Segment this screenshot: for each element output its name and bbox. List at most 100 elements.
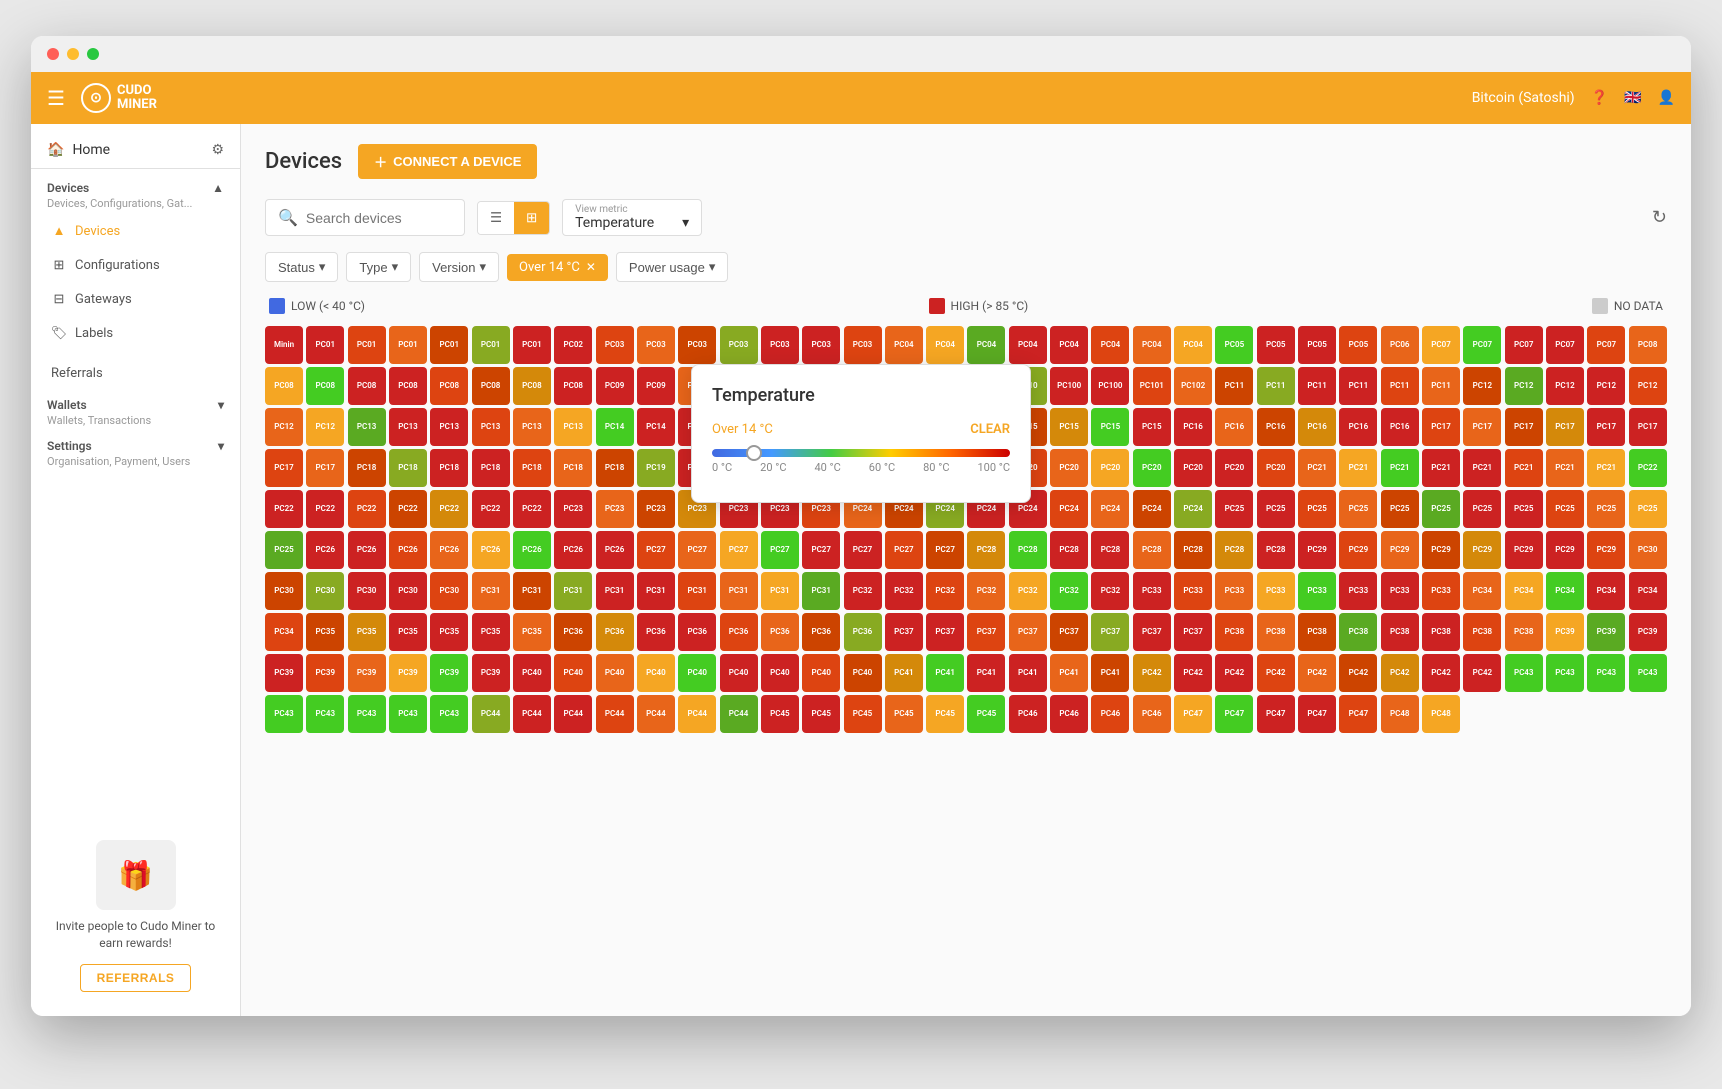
type-filter[interactable]: Type ▾	[346, 252, 411, 282]
device-tile[interactable]: PC43	[1629, 654, 1667, 692]
device-tile[interactable]: PC26	[430, 531, 468, 569]
device-tile[interactable]: PC04	[1133, 326, 1171, 364]
sidebar-item-devices[interactable]: ▲ Devices	[35, 215, 236, 247]
device-tile[interactable]: PC25	[1505, 490, 1543, 528]
device-tile[interactable]: PC01	[389, 326, 427, 364]
device-tile[interactable]: PC43	[430, 695, 468, 733]
device-tile[interactable]: PC39	[306, 654, 344, 692]
device-tile[interactable]: PC24	[1133, 490, 1171, 528]
device-tile[interactable]: PC42	[1463, 654, 1501, 692]
device-tile[interactable]: PC04	[1050, 326, 1088, 364]
device-tile[interactable]: PC21	[1339, 449, 1377, 487]
user-icon[interactable]: 👤	[1658, 90, 1675, 106]
device-tile[interactable]: PC27	[802, 531, 840, 569]
device-tile[interactable]: PC28	[1050, 531, 1088, 569]
device-tile[interactable]: PC27	[720, 531, 758, 569]
device-tile[interactable]: PC17	[265, 449, 303, 487]
device-tile[interactable]: PC08	[265, 367, 303, 405]
device-tile[interactable]: PC43	[265, 695, 303, 733]
device-tile[interactable]: PC30	[348, 572, 386, 610]
settings-collapse-icon[interactable]: ▾	[218, 439, 224, 453]
device-tile[interactable]: PC43	[389, 695, 427, 733]
device-tile[interactable]: PC26	[596, 531, 634, 569]
device-tile[interactable]: PC12	[1505, 367, 1543, 405]
device-tile[interactable]: PC43	[348, 695, 386, 733]
device-tile[interactable]: PC28	[1091, 531, 1129, 569]
device-tile[interactable]: PC35	[389, 613, 427, 651]
device-tile[interactable]: PC28	[1215, 531, 1253, 569]
device-tile[interactable]: PC36	[720, 613, 758, 651]
device-tile[interactable]: PC03	[678, 326, 716, 364]
device-tile[interactable]: PC26	[513, 531, 551, 569]
version-filter[interactable]: Version ▾	[419, 252, 499, 282]
device-tile[interactable]: PC08	[348, 367, 386, 405]
device-tile[interactable]: PC31	[720, 572, 758, 610]
device-tile[interactable]: PC02	[554, 326, 592, 364]
device-tile[interactable]: PC07	[1463, 326, 1501, 364]
device-tile[interactable]: PC09	[596, 367, 634, 405]
device-tile[interactable]: PC27	[678, 531, 716, 569]
maximize-btn[interactable]	[87, 48, 99, 60]
device-tile[interactable]: PC30	[265, 572, 303, 610]
device-tile[interactable]: PC39	[472, 654, 510, 692]
device-tile[interactable]: PC31	[802, 572, 840, 610]
wallets-collapse-icon[interactable]: ▾	[218, 398, 224, 412]
sidebar-home-item[interactable]: 🏠 Home ⚙	[31, 132, 240, 169]
device-tile[interactable]: PC31	[513, 572, 551, 610]
device-tile[interactable]: PC40	[802, 654, 840, 692]
device-tile[interactable]: PC11	[1339, 367, 1377, 405]
device-tile[interactable]: PC15	[1133, 408, 1171, 446]
device-tile[interactable]: PC39	[1587, 613, 1625, 651]
device-tile[interactable]: PC20	[1257, 449, 1295, 487]
device-tile[interactable]: PC15	[1091, 408, 1129, 446]
device-tile[interactable]: PC15	[1050, 408, 1088, 446]
device-tile[interactable]: PC08	[1629, 326, 1667, 364]
device-tile[interactable]: PC40	[761, 654, 799, 692]
device-tile[interactable]: PC101	[1133, 367, 1171, 405]
device-tile[interactable]: PC34	[1629, 572, 1667, 610]
device-tile[interactable]: PC45	[967, 695, 1005, 733]
device-tile[interactable]: PC03	[802, 326, 840, 364]
device-tile[interactable]: PC34	[265, 613, 303, 651]
device-tile[interactable]: PC39	[1629, 613, 1667, 651]
device-tile[interactable]: PC34	[1505, 572, 1543, 610]
device-tile[interactable]: PC39	[265, 654, 303, 692]
flag-icon[interactable]: 🇬🇧	[1624, 90, 1641, 106]
device-tile[interactable]: PC13	[389, 408, 427, 446]
device-tile[interactable]: PC100	[1091, 367, 1129, 405]
device-tile[interactable]: PC07	[1587, 326, 1625, 364]
device-tile[interactable]: PC25	[1215, 490, 1253, 528]
device-tile[interactable]: PC17	[1587, 408, 1625, 446]
device-tile[interactable]: PC45	[802, 695, 840, 733]
device-tile[interactable]: PC28	[1009, 531, 1047, 569]
device-tile[interactable]: PC31	[637, 572, 675, 610]
device-tile[interactable]: PC35	[472, 613, 510, 651]
device-tile[interactable]: PC47	[1215, 695, 1253, 733]
device-tile[interactable]: PC21	[1422, 449, 1460, 487]
power-filter[interactable]: Power usage ▾	[616, 252, 728, 282]
device-tile[interactable]: PC17	[1463, 408, 1501, 446]
device-tile[interactable]: PC31	[596, 572, 634, 610]
device-tile[interactable]: PC43	[306, 695, 344, 733]
device-tile[interactable]: PC41	[967, 654, 1005, 692]
device-tile[interactable]: PC03	[761, 326, 799, 364]
device-tile[interactable]: PC12	[1587, 367, 1625, 405]
device-tile[interactable]: PC16	[1174, 408, 1212, 446]
device-tile[interactable]: PC04	[885, 326, 923, 364]
device-tile[interactable]: PC26	[472, 531, 510, 569]
temperature-slider[interactable]: 0 °C 20 °C 40 °C 60 °C 80 °C 100 °C	[712, 449, 1010, 474]
device-tile[interactable]: PC32	[1009, 572, 1047, 610]
device-tile[interactable]: PC34	[1546, 572, 1584, 610]
device-tile[interactable]: PC17	[1505, 408, 1543, 446]
sidebar-item-configurations[interactable]: ⊞ Configurations	[35, 249, 236, 281]
device-tile[interactable]: PC39	[1546, 613, 1584, 651]
device-tile[interactable]: PC07	[1505, 326, 1543, 364]
device-tile[interactable]: PC05	[1339, 326, 1377, 364]
device-tile[interactable]: PC27	[885, 531, 923, 569]
device-tile[interactable]: PC102	[1174, 367, 1212, 405]
device-tile[interactable]: PC26	[348, 531, 386, 569]
device-tile[interactable]: PC12	[265, 408, 303, 446]
device-tile[interactable]: PC28	[1174, 531, 1212, 569]
device-tile[interactable]: PC01	[513, 326, 551, 364]
device-tile[interactable]: PC09	[637, 367, 675, 405]
